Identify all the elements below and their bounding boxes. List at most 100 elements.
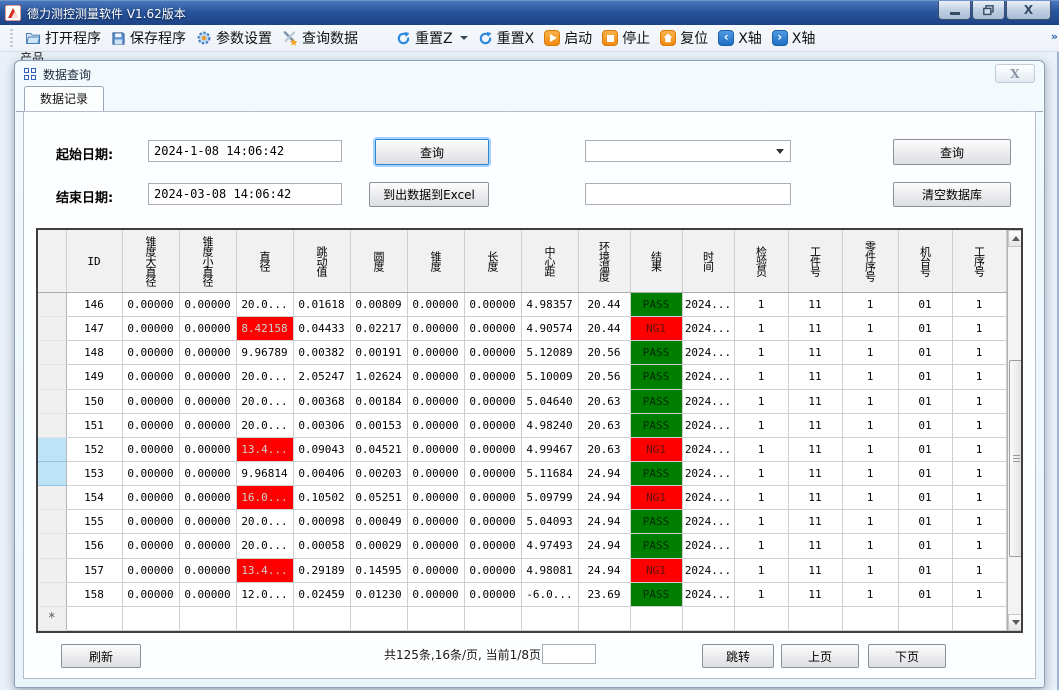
grid-cell[interactable]: 0.00000 [122, 293, 179, 317]
grid-cell[interactable]: 5.04640 [521, 389, 578, 413]
grid-cell[interactable]: 0.00000 [122, 365, 179, 389]
grid-cell[interactable]: PASS [630, 293, 682, 317]
column-header[interactable]: 机台号 [898, 230, 952, 293]
grid-cell[interactable]: 01 [898, 534, 952, 558]
grid-cell[interactable]: 20.56 [578, 365, 630, 389]
grid-cell[interactable]: 01 [898, 413, 952, 437]
grid-cell[interactable]: 5.04093 [521, 510, 578, 534]
grid-cell[interactable]: 2024... [682, 486, 734, 510]
grid-cell[interactable]: 0.00000 [122, 510, 179, 534]
grid-cell[interactable]: 0.00000 [407, 293, 464, 317]
grid-cell[interactable]: 0.01618 [293, 293, 350, 317]
grid-cell[interactable]: 1 [952, 317, 1006, 341]
grid-cell[interactable]: 1 [734, 461, 788, 485]
grid-cell[interactable]: 0.00000 [464, 486, 521, 510]
grid-cell[interactable]: 2024... [682, 293, 734, 317]
grid-cell[interactable]: 11 [788, 558, 842, 582]
grid-cell[interactable]: 0.00000 [179, 341, 236, 365]
grid-cell[interactable]: 01 [898, 582, 952, 606]
grid-cell[interactable] [788, 606, 842, 630]
grid-cell[interactable] [464, 606, 521, 630]
grid-cell[interactable]: 2024... [682, 510, 734, 534]
grid-cell[interactable]: 01 [898, 486, 952, 510]
row-selector[interactable] [38, 293, 66, 317]
grid-cell[interactable]: 0.00000 [464, 365, 521, 389]
grid-cell[interactable]: 2024... [682, 365, 734, 389]
grid-cell[interactable]: 11 [788, 341, 842, 365]
restore-button[interactable] [972, 1, 1005, 20]
grid-cell[interactable]: 20.0... [236, 365, 293, 389]
grid-cell[interactable]: 0.00000 [464, 558, 521, 582]
grid-cell[interactable]: 9.96789 [236, 341, 293, 365]
export-excel-button[interactable]: 到出数据到Excel [369, 182, 489, 207]
row-selector[interactable] [38, 558, 66, 582]
grid-cell[interactable]: 2024... [682, 413, 734, 437]
grid-cell[interactable]: 1 [842, 293, 898, 317]
grid-cell[interactable]: 0.00000 [464, 534, 521, 558]
grid-cell[interactable]: 20.44 [578, 317, 630, 341]
grid-cell[interactable]: 11 [788, 461, 842, 485]
grid-cell[interactable]: 0.00000 [179, 413, 236, 437]
grid-cell[interactable]: PASS [630, 413, 682, 437]
grid-cell[interactable] [898, 606, 952, 630]
row-selector[interactable] [38, 582, 66, 606]
grid-cell[interactable]: 0.02459 [293, 582, 350, 606]
grid-cell[interactable]: 0.00000 [179, 461, 236, 485]
grid-cell[interactable]: 0.00000 [122, 317, 179, 341]
grid-cell[interactable]: 0.00000 [179, 582, 236, 606]
column-header[interactable]: 中心距 [521, 230, 578, 293]
grid-cell[interactable]: 11 [788, 582, 842, 606]
column-header[interactable]: 锥度小直径 [179, 230, 236, 293]
filter-combobox[interactable] [585, 140, 791, 162]
grid-cell[interactable]: 0.00000 [464, 582, 521, 606]
grid-cell[interactable]: 4.90574 [521, 317, 578, 341]
jump-button[interactable]: 跳转 [702, 644, 774, 668]
table-row[interactable]: 1510.000000.0000020.0...0.003060.001530.… [38, 413, 1006, 437]
new-record-row[interactable]: * [38, 606, 1006, 630]
grid-cell[interactable]: 0.00000 [179, 486, 236, 510]
grid-cell[interactable]: 0.00153 [350, 413, 407, 437]
start-date-input[interactable] [148, 140, 342, 162]
grid-cell[interactable] [236, 606, 293, 630]
row-selector[interactable] [38, 534, 66, 558]
home-reset-button[interactable]: 复位 [655, 26, 713, 50]
grid-cell[interactable]: 2024... [682, 437, 734, 461]
grid-cell[interactable]: 146 [66, 293, 122, 317]
grid-cell[interactable]: 0.02217 [350, 317, 407, 341]
grid-cell[interactable]: 13.4... [236, 437, 293, 461]
refresh-button[interactable]: 刷新 [61, 644, 141, 668]
grid-cell[interactable]: 151 [66, 413, 122, 437]
column-header[interactable]: 零件序号 [842, 230, 898, 293]
grid-cell[interactable]: 0.00000 [407, 582, 464, 606]
grid-cell[interactable]: 01 [898, 293, 952, 317]
table-row[interactable]: 1550.000000.0000020.0...0.000980.000490.… [38, 510, 1006, 534]
toolbar-overflow-chevron[interactable]: » [1051, 30, 1058, 43]
grid-cell[interactable]: -6.0... [521, 582, 578, 606]
grid-cell[interactable]: 1 [734, 389, 788, 413]
grid-cell[interactable]: 0.00000 [122, 582, 179, 606]
grid-cell[interactable]: 11 [788, 486, 842, 510]
grid-cell[interactable]: 0.00000 [122, 558, 179, 582]
tab-data-records[interactable]: 数据记录 [24, 86, 104, 112]
table-row[interactable]: 1460.000000.0000020.0...0.016180.008090.… [38, 293, 1006, 317]
grid-cell[interactable] [682, 606, 734, 630]
grid-cell[interactable]: 11 [788, 510, 842, 534]
grid-cell[interactable]: 2024... [682, 558, 734, 582]
grid-cell[interactable]: 20.56 [578, 341, 630, 365]
grid-cell[interactable]: 0.00406 [293, 461, 350, 485]
grid-cell[interactable]: 0.00000 [464, 341, 521, 365]
grid-cell[interactable]: 24.94 [578, 510, 630, 534]
row-selector[interactable] [38, 413, 66, 437]
grid-cell[interactable]: 0.00000 [464, 461, 521, 485]
save-program-button[interactable]: 保存程序 [106, 26, 191, 50]
table-row[interactable]: 1500.000000.0000020.0...0.003680.001840.… [38, 389, 1006, 413]
grid-cell[interactable]: 11 [788, 365, 842, 389]
grid-cell[interactable]: 158 [66, 582, 122, 606]
grid-cell[interactable]: PASS [630, 389, 682, 413]
grid-cell[interactable]: 1 [734, 582, 788, 606]
grid-cell[interactable]: 0.00000 [407, 413, 464, 437]
grid-cell[interactable] [350, 606, 407, 630]
query-button-left[interactable]: 查询 [375, 139, 489, 165]
grid-cell[interactable]: 0.00000 [122, 437, 179, 461]
grid-cell[interactable]: 0.00000 [122, 534, 179, 558]
